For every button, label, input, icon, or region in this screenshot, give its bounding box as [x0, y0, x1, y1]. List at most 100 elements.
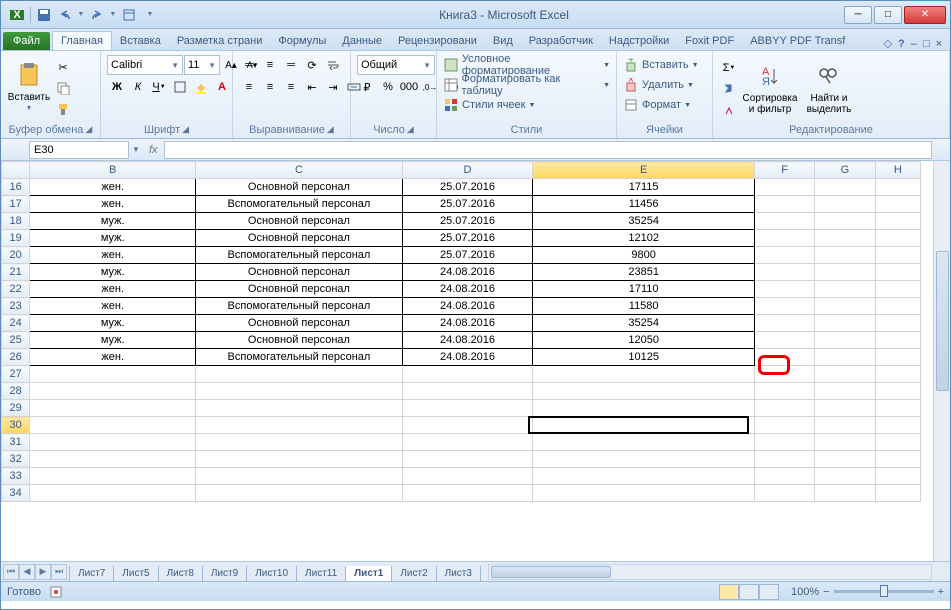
number-format-combo[interactable]: Общий▼ — [357, 55, 435, 75]
cell[interactable] — [533, 366, 754, 383]
row-header-32[interactable]: 32 — [2, 451, 30, 468]
cell[interactable] — [402, 434, 533, 451]
cell[interactable]: муж. — [30, 230, 196, 247]
cell[interactable]: 25.07.2016 — [402, 213, 533, 230]
cell[interactable]: Вспомогательный персонал — [196, 247, 402, 264]
col-header-D[interactable]: D — [402, 162, 533, 179]
currency-icon[interactable]: ₽ — [357, 77, 377, 97]
cell[interactable] — [754, 417, 814, 434]
cell[interactable]: муж. — [30, 332, 196, 349]
save-icon[interactable] — [34, 5, 54, 25]
cell[interactable] — [196, 451, 402, 468]
fx-icon[interactable]: fx — [149, 144, 158, 156]
cell[interactable] — [196, 366, 402, 383]
cell[interactable] — [196, 383, 402, 400]
cell[interactable] — [196, 417, 402, 434]
cell[interactable] — [815, 417, 875, 434]
cell[interactable] — [875, 264, 920, 281]
cell[interactable]: 24.08.2016 — [402, 332, 533, 349]
cell[interactable] — [815, 264, 875, 281]
italic-button[interactable]: К — [128, 77, 148, 97]
cell[interactable]: жен. — [30, 349, 196, 366]
cell[interactable]: Основной персонал — [196, 264, 402, 281]
ribbon-tab-4[interactable]: Данные — [334, 32, 390, 50]
row-header-26[interactable]: 26 — [2, 349, 30, 366]
cell[interactable] — [754, 281, 814, 298]
cell[interactable] — [754, 434, 814, 451]
ribbon-tab-9[interactable]: Foxit PDF — [677, 32, 742, 50]
cell[interactable]: Основной персонал — [196, 230, 402, 247]
cell[interactable]: 24.08.2016 — [402, 315, 533, 332]
cell[interactable] — [402, 383, 533, 400]
col-header-G[interactable]: G — [815, 162, 875, 179]
cell[interactable] — [754, 485, 814, 502]
cell[interactable]: 24.08.2016 — [402, 281, 533, 298]
cell[interactable]: Вспомогательный персонал — [196, 196, 402, 213]
sheet-nav-prev-icon[interactable]: ◀ — [19, 564, 35, 580]
cell[interactable]: 35254 — [533, 213, 754, 230]
cell[interactable] — [402, 417, 533, 434]
align-right-icon[interactable]: ≡ — [281, 77, 301, 97]
cell[interactable] — [875, 434, 920, 451]
sheet-tab-Лист7[interactable]: Лист7 — [69, 566, 114, 582]
cell[interactable] — [754, 383, 814, 400]
cell[interactable] — [815, 383, 875, 400]
align-left-icon[interactable]: ≡ — [239, 77, 259, 97]
cell[interactable] — [815, 230, 875, 247]
ribbon-tab-6[interactable]: Вид — [485, 32, 521, 50]
cell[interactable] — [30, 383, 196, 400]
cell[interactable] — [754, 230, 814, 247]
ribbon-tab-10[interactable]: ABBYY PDF Transf — [742, 32, 853, 50]
cell[interactable]: 24.08.2016 — [402, 264, 533, 281]
cell[interactable] — [30, 366, 196, 383]
cell[interactable] — [815, 366, 875, 383]
ribbon-tab-5[interactable]: Рецензировани — [390, 32, 485, 50]
wrap-text-icon[interactable] — [323, 55, 343, 75]
undo-dropdown-icon[interactable]: ▼ — [76, 5, 86, 25]
sheet-tab-Лист10[interactable]: Лист10 — [246, 566, 297, 582]
cell[interactable] — [754, 298, 814, 315]
cell[interactable] — [815, 485, 875, 502]
font-name-combo[interactable]: Calibri▼ — [107, 55, 183, 75]
maximize-button[interactable]: □ — [874, 6, 902, 24]
cell[interactable]: Основной персонал — [196, 281, 402, 298]
cell[interactable] — [754, 451, 814, 468]
cell[interactable]: 24.08.2016 — [402, 349, 533, 366]
find-select-button[interactable]: Найти и выделить — [801, 55, 857, 121]
cell[interactable]: 17110 — [533, 281, 754, 298]
cell[interactable] — [754, 468, 814, 485]
align-top-icon[interactable]: ═ — [239, 55, 259, 75]
cell[interactable] — [875, 315, 920, 332]
cell[interactable] — [815, 315, 875, 332]
row-header-28[interactable]: 28 — [2, 383, 30, 400]
minimize-ribbon-icon[interactable]: ◇ — [884, 37, 892, 50]
cell[interactable]: 11456 — [533, 196, 754, 213]
col-header-B[interactable]: B — [30, 162, 196, 179]
cell[interactable]: Основной персонал — [196, 315, 402, 332]
cells-format-button[interactable]: Формат▼ — [623, 95, 691, 115]
cell[interactable]: жен. — [30, 281, 196, 298]
help-icon[interactable]: ? — [898, 38, 905, 50]
zoom-out-icon[interactable]: − — [823, 586, 829, 598]
sheet-tab-Лист1[interactable]: Лист1 — [345, 566, 392, 582]
undo-icon[interactable] — [55, 5, 75, 25]
cell[interactable] — [875, 281, 920, 298]
cell[interactable] — [196, 468, 402, 485]
cell[interactable] — [533, 400, 754, 417]
cell[interactable] — [875, 298, 920, 315]
view-pagebreak-icon[interactable] — [759, 584, 779, 600]
cell[interactable]: 11580 — [533, 298, 754, 315]
autosum-icon[interactable]: Σ▼ — [719, 58, 739, 78]
row-header-34[interactable]: 34 — [2, 485, 30, 502]
qat-extra-icon[interactable] — [119, 5, 139, 25]
bold-button[interactable]: Ж — [107, 77, 127, 97]
cell[interactable] — [815, 298, 875, 315]
cell[interactable] — [30, 451, 196, 468]
cell[interactable] — [815, 400, 875, 417]
row-header-20[interactable]: 20 — [2, 247, 30, 264]
cell[interactable] — [754, 247, 814, 264]
sheet-tab-Лист3[interactable]: Лист3 — [436, 566, 481, 582]
cell[interactable]: 17115 — [533, 179, 754, 196]
cell[interactable]: 9800 — [533, 247, 754, 264]
cell[interactable]: 25.07.2016 — [402, 179, 533, 196]
